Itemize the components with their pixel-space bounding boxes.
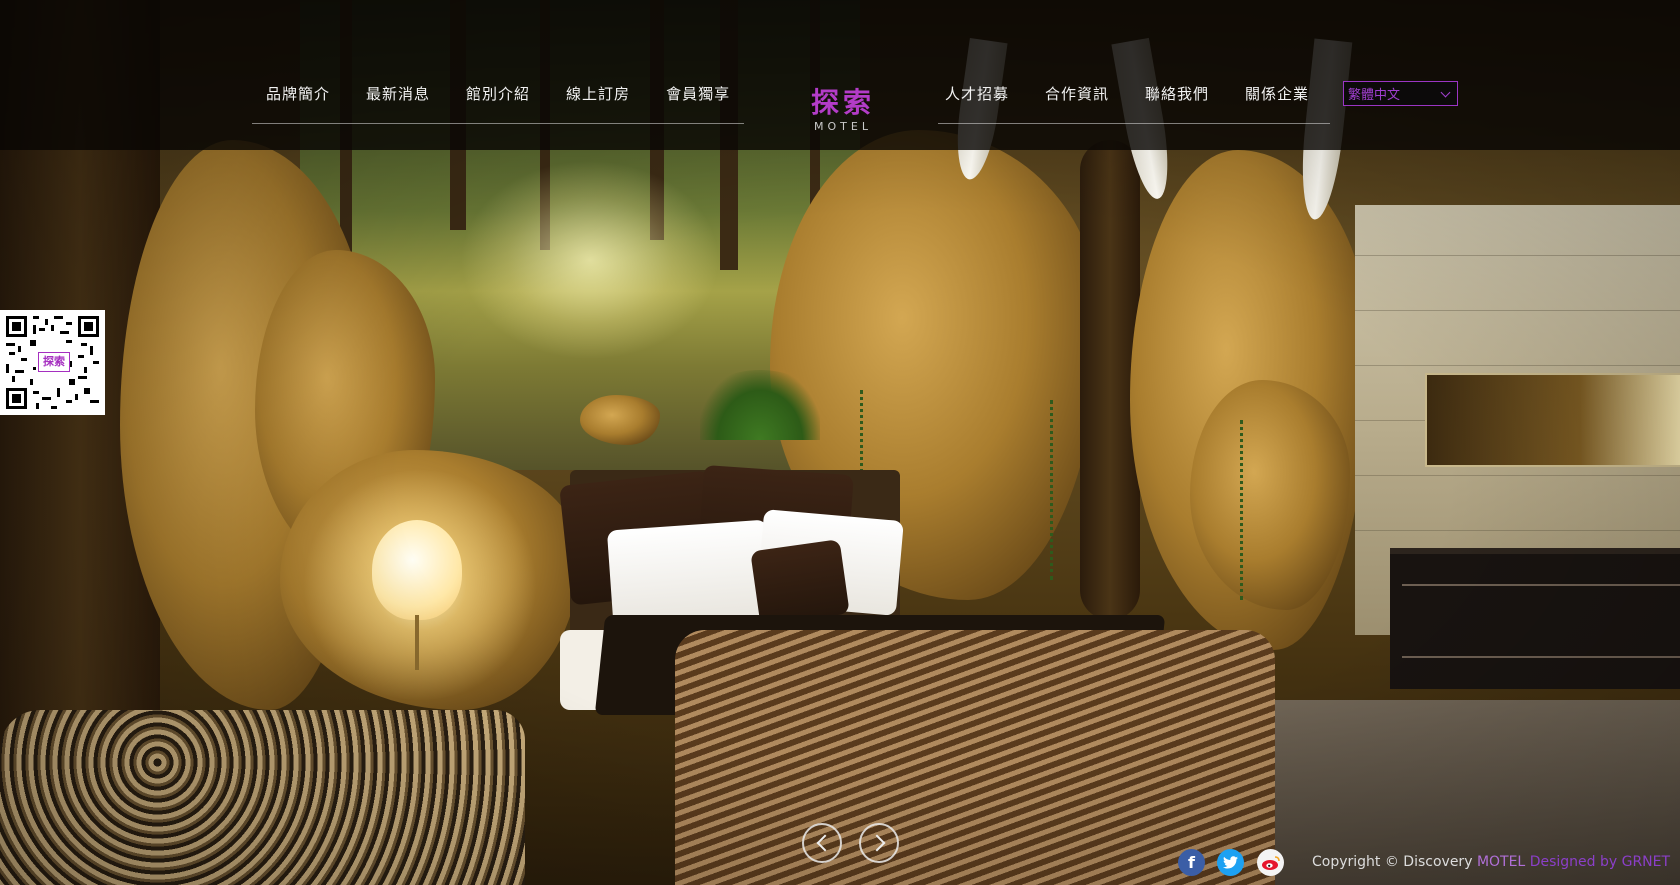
nav-cooperation[interactable]: 合作資訊 bbox=[1045, 83, 1109, 104]
weibo-icon[interactable] bbox=[1257, 849, 1284, 876]
designer-credit-link[interactable]: Designed by GRNET bbox=[1530, 854, 1670, 870]
facebook-icon[interactable]: f bbox=[1178, 849, 1205, 876]
nav-member-exclusive[interactable]: 會員獨享 bbox=[666, 83, 730, 104]
weibo-glyph bbox=[1261, 856, 1280, 870]
slider-prev-button[interactable] bbox=[802, 823, 842, 863]
nav-brand-intro[interactable]: 品牌簡介 bbox=[266, 83, 330, 104]
copyright-text: Copyright © Discovery MOTEL Designed by … bbox=[1312, 854, 1670, 870]
copyright-prefix: Copyright © Discovery bbox=[1312, 854, 1477, 870]
nav-recruitment[interactable]: 人才招募 bbox=[945, 83, 1009, 104]
logo-chinese: 探索 bbox=[810, 86, 875, 119]
nav-divider-right bbox=[938, 123, 1330, 124]
language-select[interactable]: 繁體中文 bbox=[1343, 81, 1458, 106]
qr-logo-label: 探索 bbox=[38, 352, 70, 372]
main-nav-right: 人才招募 合作資訊 聯絡我們 關係企業 bbox=[945, 78, 1309, 108]
nav-contact-us[interactable]: 聯絡我們 bbox=[1145, 83, 1209, 104]
nav-divider-left bbox=[252, 123, 744, 124]
logo-english: MOTEL bbox=[814, 120, 872, 133]
qr-code: 探索 bbox=[0, 310, 105, 415]
site-logo[interactable]: 探索 MOTEL bbox=[804, 86, 882, 134]
nav-latest-news[interactable]: 最新消息 bbox=[366, 83, 430, 104]
nav-online-booking[interactable]: 線上訂房 bbox=[566, 83, 630, 104]
language-select-value: 繁體中文 bbox=[1348, 88, 1401, 103]
slider-next-button[interactable] bbox=[859, 823, 899, 863]
main-nav-left: 品牌簡介 最新消息 館別介紹 線上訂房 會員獨享 bbox=[266, 78, 730, 108]
site-header: 品牌簡介 最新消息 館別介紹 線上訂房 會員獨享 探索 MOTEL 人才招募 合… bbox=[0, 0, 1680, 150]
chevron-right-icon bbox=[868, 834, 885, 852]
nav-affiliates[interactable]: 關係企業 bbox=[1245, 83, 1309, 104]
copyright-motel: MOTEL bbox=[1476, 854, 1526, 870]
twitter-icon[interactable] bbox=[1217, 849, 1244, 876]
nav-branch-intro[interactable]: 館別介紹 bbox=[466, 83, 530, 104]
chevron-down-icon bbox=[1440, 87, 1451, 97]
twitter-bird-glyph bbox=[1223, 856, 1238, 869]
chevron-left-icon bbox=[816, 834, 833, 852]
